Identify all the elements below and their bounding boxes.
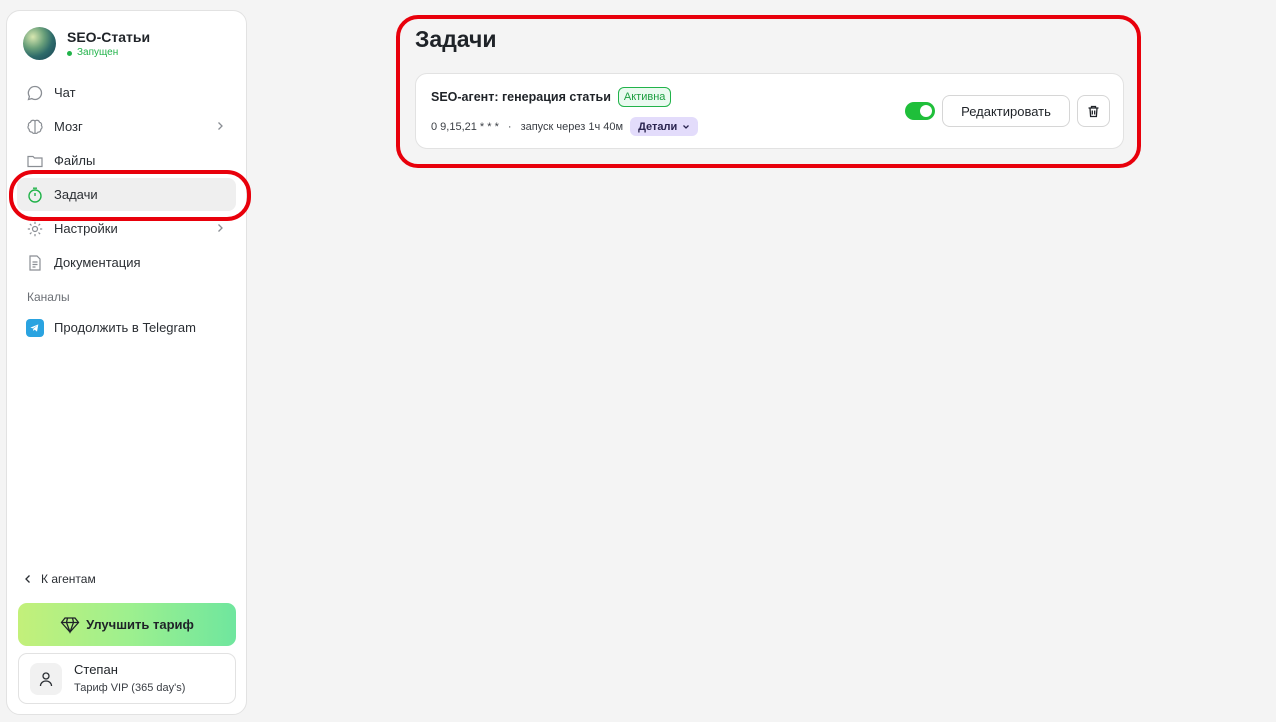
user-card[interactable]: Степан Тариф VIP (365 day's): [18, 653, 236, 704]
back-to-agents-link[interactable]: К агентам: [23, 571, 96, 587]
folder-icon: [26, 152, 44, 170]
chat-icon: [26, 84, 44, 102]
chevron-right-icon: [218, 122, 223, 130]
telegram-icon: [26, 318, 44, 337]
brain-icon: [26, 118, 44, 136]
sidebar-item-label: Чат: [54, 85, 76, 100]
highlight-annotation-sidebar: [9, 170, 251, 221]
user-name: Степан: [74, 662, 118, 677]
sidebar-item-brain[interactable]: Мозг: [17, 110, 236, 143]
sidebar-item-label: Файлы: [54, 153, 96, 168]
sidebar-item-label: Документация: [54, 255, 141, 270]
back-link-label: К агентам: [41, 572, 96, 586]
highlight-annotation-tasks: [396, 15, 1141, 168]
sidebar-item-telegram[interactable]: Продолжить в Telegram: [17, 311, 236, 344]
sidebar-item-chat[interactable]: Чат: [17, 76, 236, 109]
sidebar-item-label: Настройки: [54, 221, 118, 236]
user-avatar: [30, 662, 62, 695]
upgrade-label: Улучшить тариф: [86, 617, 194, 632]
channels-heading: Каналы: [27, 290, 70, 304]
status-dot-icon: [67, 50, 72, 56]
agent-status: Запущен: [67, 47, 150, 59]
sidebar-item-label: Продолжить в Telegram: [54, 320, 196, 335]
chevron-right-icon: [218, 224, 223, 232]
sidebar-item-docs[interactable]: Документация: [17, 246, 236, 279]
document-icon: [26, 254, 44, 272]
sidebar-item-label: Мозг: [54, 119, 83, 134]
agent-status-label: Запущен: [77, 47, 119, 58]
agent-avatar: [23, 27, 56, 60]
upgrade-plan-button[interactable]: Улучшить тариф: [18, 603, 236, 646]
user-plan: Тариф VIP (365 day's): [74, 682, 186, 694]
agent-name: SEO-Статьи: [67, 29, 151, 45]
user-icon: [39, 671, 53, 686]
sidebar: SEO-Статьи Запущен Чат Мозг Файлы Задачи…: [6, 10, 247, 715]
gear-icon: [26, 220, 44, 238]
chevron-left-icon: [25, 575, 30, 583]
agent-header[interactable]: SEO-Статьи Запущен: [23, 27, 150, 60]
diamond-icon: [60, 616, 80, 634]
